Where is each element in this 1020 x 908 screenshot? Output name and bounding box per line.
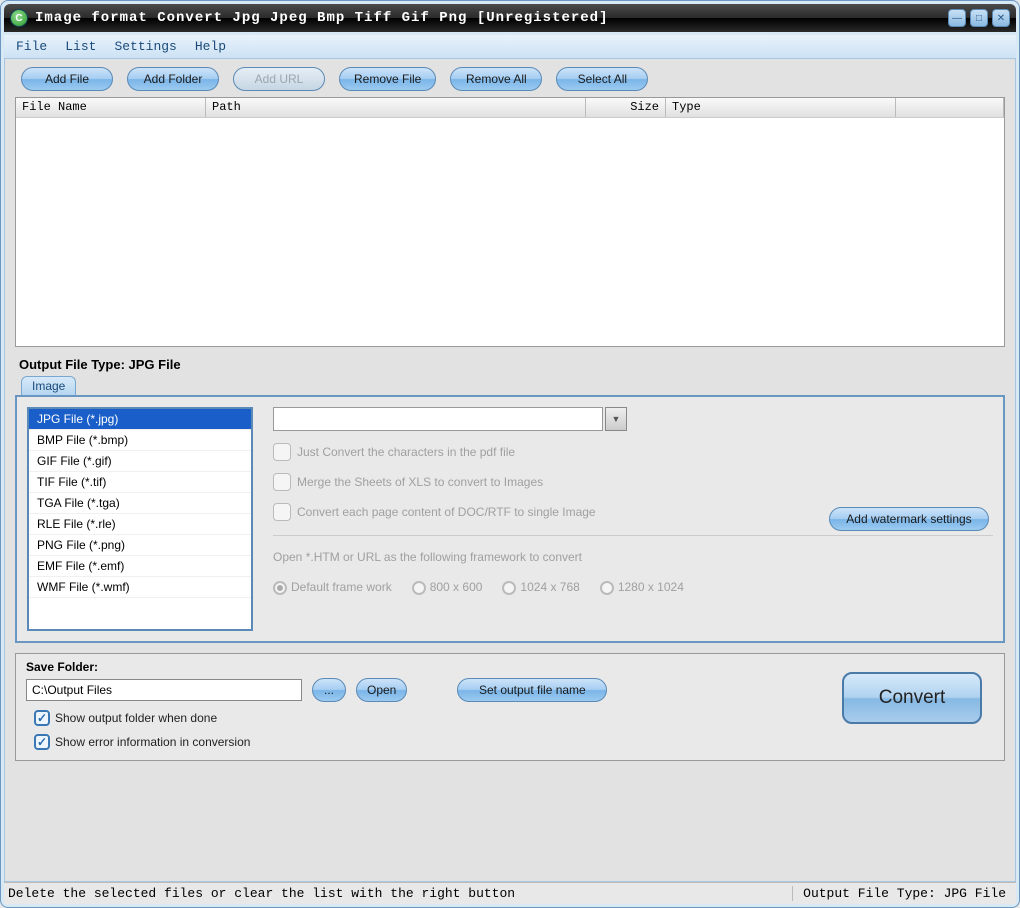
format-item-wmf[interactable]: WMF File (*.wmf) [29,577,251,598]
opt-pdf-chars: Just Convert the characters in the pdf f… [273,443,993,461]
framework-row: Default frame work 800 x 600 1024 x 768 … [273,580,993,595]
maximize-button[interactable]: □ [970,9,988,27]
menu-help[interactable]: Help [187,37,234,56]
options-right: ▼ Just Convert the characters in the pdf… [273,407,993,631]
toolbar: Add File Add Folder Add URL Remove File … [15,67,1005,91]
label-doc-single: Convert each page content of DOC/RTF to … [297,505,596,519]
radio-1024[interactable]: 1024 x 768 [502,580,579,595]
save-path-input[interactable] [26,679,302,701]
menu-list[interactable]: List [57,37,104,56]
opt-merge-xls: Merge the Sheets of XLS to convert to Im… [273,473,993,491]
radio-default[interactable]: Default frame work [273,580,392,595]
save-panel: Save Folder: ... Open Set output file na… [15,653,1005,761]
options-combo: ▼ [273,407,993,431]
divider [273,535,993,536]
titlebar: C Image format Convert Jpg Jpeg Bmp Tiff… [4,4,1016,32]
format-item-emf[interactable]: EMF File (*.emf) [29,556,251,577]
status-right: Output File Type: JPG File [792,886,1016,901]
label-pdf-chars: Just Convert the characters in the pdf f… [297,445,515,459]
checkbox-merge-xls[interactable] [273,473,291,491]
checkbox-show-error[interactable] [34,734,50,750]
remove-file-button[interactable]: Remove File [339,67,436,91]
options-combo-dropdown[interactable]: ▼ [605,407,627,431]
format-item-rle[interactable]: RLE File (*.rle) [29,514,251,535]
column-spacer [896,98,1004,117]
remove-all-button[interactable]: Remove All [450,67,542,91]
label-show-folder: Show output folder when done [55,711,217,725]
format-item-bmp[interactable]: BMP File (*.bmp) [29,430,251,451]
column-size[interactable]: Size [586,98,666,117]
watermark-button[interactable]: Add watermark settings [829,507,989,531]
checkbox-show-folder[interactable] [34,710,50,726]
radio-icon [412,581,426,595]
radio-800[interactable]: 800 x 600 [412,580,483,595]
set-output-name-button[interactable]: Set output file name [457,678,607,702]
checkbox-pdf-chars[interactable] [273,443,291,461]
minimize-button[interactable]: — [948,9,966,27]
options-panel: JPG File (*.jpg) BMP File (*.bmp) GIF Fi… [15,395,1005,643]
window-title: Image format Convert Jpg Jpeg Bmp Tiff G… [35,10,948,26]
select-all-button[interactable]: Select All [556,67,648,91]
file-list-header: File Name Path Size Type [16,98,1004,118]
format-item-jpg[interactable]: JPG File (*.jpg) [29,409,251,430]
column-path[interactable]: Path [206,98,586,117]
file-list[interactable]: File Name Path Size Type [15,97,1005,347]
menu-file[interactable]: File [8,37,55,56]
radio-1280[interactable]: 1280 x 1024 [600,580,684,595]
menubar: File List Settings Help [4,35,1016,59]
column-type[interactable]: Type [666,98,896,117]
framework-label: Open *.HTM or URL as the following frame… [273,550,993,564]
add-folder-button[interactable]: Add Folder [127,67,219,91]
format-item-gif[interactable]: GIF File (*.gif) [29,451,251,472]
open-button[interactable]: Open [356,678,407,702]
status-left: Delete the selected files or clear the l… [4,886,792,901]
radio-icon [600,581,614,595]
format-list[interactable]: JPG File (*.jpg) BMP File (*.bmp) GIF Fi… [27,407,253,631]
radio-icon [502,581,516,595]
column-filename[interactable]: File Name [16,98,206,117]
app-icon: C [10,9,28,27]
options-combo-input[interactable] [273,407,603,431]
checkbox-doc-single[interactable] [273,503,291,521]
tabs: Image [21,376,1005,395]
format-item-tga[interactable]: TGA File (*.tga) [29,493,251,514]
format-item-png[interactable]: PNG File (*.png) [29,535,251,556]
tab-image[interactable]: Image [21,376,76,395]
browse-button[interactable]: ... [312,678,346,702]
menu-settings[interactable]: Settings [106,37,184,56]
close-button[interactable]: ✕ [992,9,1010,27]
statusbar: Delete the selected files or clear the l… [4,882,1016,904]
convert-button[interactable]: Convert [842,672,982,724]
output-type-label: Output File Type: JPG File [19,357,1005,372]
label-show-error: Show error information in conversion [55,735,250,749]
file-list-body[interactable] [16,118,1004,346]
content-area: Add File Add Folder Add URL Remove File … [4,59,1016,882]
format-item-tif[interactable]: TIF File (*.tif) [29,472,251,493]
add-url-button: Add URL [233,67,325,91]
label-merge-xls: Merge the Sheets of XLS to convert to Im… [297,475,543,489]
radio-icon [273,581,287,595]
app-window: C Image format Convert Jpg Jpeg Bmp Tiff… [0,0,1020,908]
add-file-button[interactable]: Add File [21,67,113,91]
